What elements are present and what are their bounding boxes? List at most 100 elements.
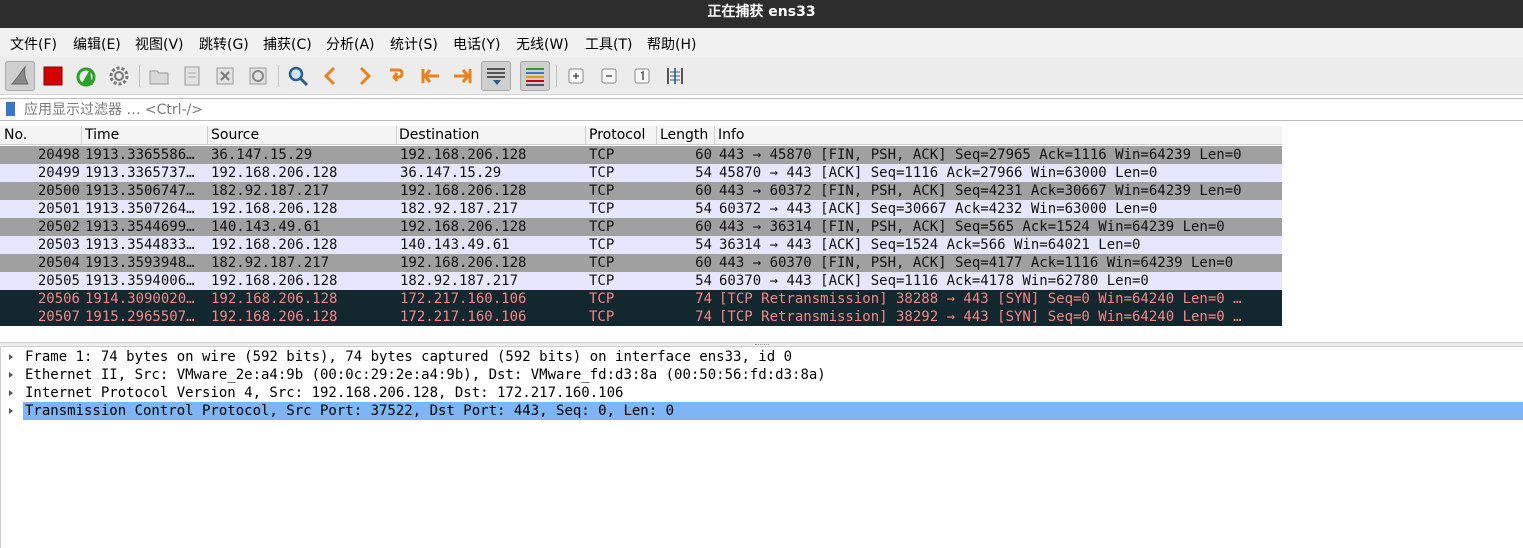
- first-packet-button[interactable]: [415, 61, 445, 91]
- packet-destination: 192.168.206.128: [400, 219, 527, 235]
- packet-destination: 172.217.160.106: [400, 309, 527, 325]
- menu-telephony[interactable]: 电话(Y): [453, 34, 500, 54]
- reload-file-button[interactable]: [243, 61, 273, 91]
- capture-options-button[interactable]: [104, 61, 134, 91]
- autoscroll-icon: [487, 68, 505, 85]
- packet-destination: 182.92.187.217: [400, 201, 519, 217]
- packet-info: 443 → 60372 [FIN, PSH, ACK] Seq=4231 Ack…: [719, 183, 1242, 199]
- packet-length: 54: [695, 201, 712, 217]
- save-file-button[interactable]: [177, 61, 207, 91]
- packet-time: 1913.3544699…: [85, 219, 195, 235]
- bookmark-icon[interactable]: [6, 102, 15, 116]
- packet-info: 36314 → 443 [ACK] Seq=1524 Ack=566 Win=6…: [719, 237, 1141, 253]
- menu-go[interactable]: 跳转(G): [199, 34, 249, 54]
- menu-view[interactable]: 视图(V): [135, 34, 184, 54]
- packet-row[interactable]: 20507 1915.2965507… 192.168.206.128 172.…: [0, 308, 1282, 326]
- jump-arrow-icon: [390, 68, 404, 82]
- column-header-source[interactable]: Source: [211, 127, 259, 143]
- zoom-in-button[interactable]: [561, 61, 591, 91]
- resize-columns-button[interactable]: [660, 61, 690, 91]
- stop-square-icon: [43, 66, 63, 86]
- packet-row[interactable]: 20498 1913.3365586… 36.147.15.29 192.168…: [0, 146, 1282, 164]
- reload-icon: [249, 67, 267, 85]
- column-divider[interactable]: [714, 126, 715, 145]
- column-header-no[interactable]: No.: [4, 127, 27, 143]
- restart-capture-button[interactable]: [71, 61, 101, 91]
- detail-tree-item[interactable]: Ethernet II, Src: VMware_2e:a4:9b (00:0c…: [1, 366, 1523, 384]
- column-divider[interactable]: [656, 126, 657, 145]
- packet-protocol: TCP: [589, 309, 615, 325]
- go-to-packet-button[interactable]: [382, 61, 412, 91]
- menu-edit[interactable]: 编辑(E): [73, 34, 121, 54]
- menu-wireless[interactable]: 无线(W): [516, 34, 569, 54]
- column-divider[interactable]: [396, 126, 397, 145]
- menu-file[interactable]: 文件(F): [10, 34, 57, 54]
- prev-packet-button[interactable]: [316, 61, 346, 91]
- open-file-button[interactable]: [144, 61, 174, 91]
- packet-source: 36.147.15.29: [211, 147, 313, 163]
- packet-info: 443 → 36314 [FIN, PSH, ACK] Seq=565 Ack=…: [719, 219, 1225, 235]
- stop-capture-button[interactable]: [38, 61, 68, 91]
- expand-arrow-icon[interactable]: [9, 408, 13, 414]
- packet-row[interactable]: 20506 1914.3090020… 192.168.206.128 172.…: [0, 290, 1282, 308]
- packet-row[interactable]: 20501 1913.3507264… 192.168.206.128 182.…: [0, 200, 1282, 218]
- detail-tree-item-selected[interactable]: Transmission Control Protocol, Src Port:…: [1, 402, 1523, 420]
- menu-statistics[interactable]: 统计(S): [390, 34, 438, 54]
- start-capture-button[interactable]: [5, 61, 35, 91]
- colorize-button[interactable]: [520, 61, 550, 91]
- zoom-normal-button[interactable]: [627, 61, 657, 91]
- packet-list-header: No. Time Source Destination Protocol Len…: [0, 126, 1282, 145]
- close-file-button[interactable]: [210, 61, 240, 91]
- packet-row[interactable]: 20504 1913.3593948… 182.92.187.217 192.1…: [0, 254, 1282, 272]
- window-title: 正在捕获 ens33: [707, 4, 816, 20]
- menu-tools[interactable]: 工具(T): [585, 34, 632, 54]
- column-header-length[interactable]: Length: [660, 127, 708, 143]
- menu-analyze[interactable]: 分析(A): [326, 34, 375, 54]
- find-packet-button[interactable]: [283, 61, 313, 91]
- expand-arrow-icon[interactable]: [9, 372, 13, 378]
- packet-no: 20498: [37, 147, 80, 163]
- packet-destination: 192.168.206.128: [400, 147, 527, 163]
- packet-time: 1914.3090020…: [85, 291, 195, 307]
- column-header-destination[interactable]: Destination: [399, 127, 479, 143]
- menu-capture[interactable]: 捕获(C): [263, 34, 312, 54]
- expand-arrow-icon[interactable]: [9, 354, 13, 360]
- prev-arrow-icon: [323, 66, 336, 86]
- packet-no: 20499: [37, 165, 80, 181]
- next-packet-button[interactable]: [349, 61, 379, 91]
- zoom-out-icon: [601, 68, 617, 84]
- column-divider[interactable]: [585, 126, 586, 145]
- menu-help[interactable]: 帮助(H): [647, 34, 696, 54]
- detail-tree-item[interactable]: Internet Protocol Version 4, Src: 192.16…: [1, 384, 1523, 402]
- packet-destination: 36.147.15.29: [400, 165, 502, 181]
- detail-tree-item[interactable]: Frame 1: 74 bytes on wire (592 bits), 74…: [1, 348, 1523, 366]
- packet-row[interactable]: 20503 1913.3544833… 192.168.206.128 140.…: [0, 236, 1282, 254]
- column-divider[interactable]: [207, 126, 208, 145]
- resize-columns-icon: [667, 68, 683, 84]
- display-filter-input[interactable]: [24, 99, 1519, 120]
- column-divider[interactable]: [81, 126, 82, 145]
- autoscroll-button[interactable]: [481, 61, 511, 91]
- packet-protocol: TCP: [589, 165, 615, 181]
- column-header-info[interactable]: Info: [718, 127, 745, 143]
- packet-row[interactable]: 20500 1913.3506747… 182.92.187.217 192.1…: [0, 182, 1282, 200]
- zoom-out-button[interactable]: [594, 61, 624, 91]
- packet-source: 140.143.49.61: [211, 219, 321, 235]
- expand-arrow-icon[interactable]: [9, 390, 13, 396]
- packet-destination: 172.217.160.106: [400, 291, 527, 307]
- last-packet-button[interactable]: [448, 61, 478, 91]
- packet-length: 74: [695, 309, 712, 325]
- packet-protocol: TCP: [589, 237, 615, 253]
- packet-length: 60: [695, 183, 712, 199]
- packet-source: 192.168.206.128: [211, 291, 338, 307]
- packet-info: 60370 → 443 [ACK] Seq=1116 Ack=4178 Win=…: [719, 273, 1149, 289]
- packet-info: 45870 → 443 [ACK] Seq=1116 Ack=27966 Win…: [719, 165, 1158, 181]
- packet-row[interactable]: 20499 1913.3365737… 192.168.206.128 36.1…: [0, 164, 1282, 182]
- packet-length: 54: [695, 273, 712, 289]
- column-header-time[interactable]: Time: [85, 127, 119, 143]
- packet-row[interactable]: 20502 1913.3544699… 140.143.49.61 192.16…: [0, 218, 1282, 236]
- packet-source: 192.168.206.128: [211, 201, 338, 217]
- packet-row[interactable]: 20505 1913.3594006… 192.168.206.128 182.…: [0, 272, 1282, 290]
- packet-length: 54: [695, 165, 712, 181]
- column-header-protocol[interactable]: Protocol: [589, 127, 645, 143]
